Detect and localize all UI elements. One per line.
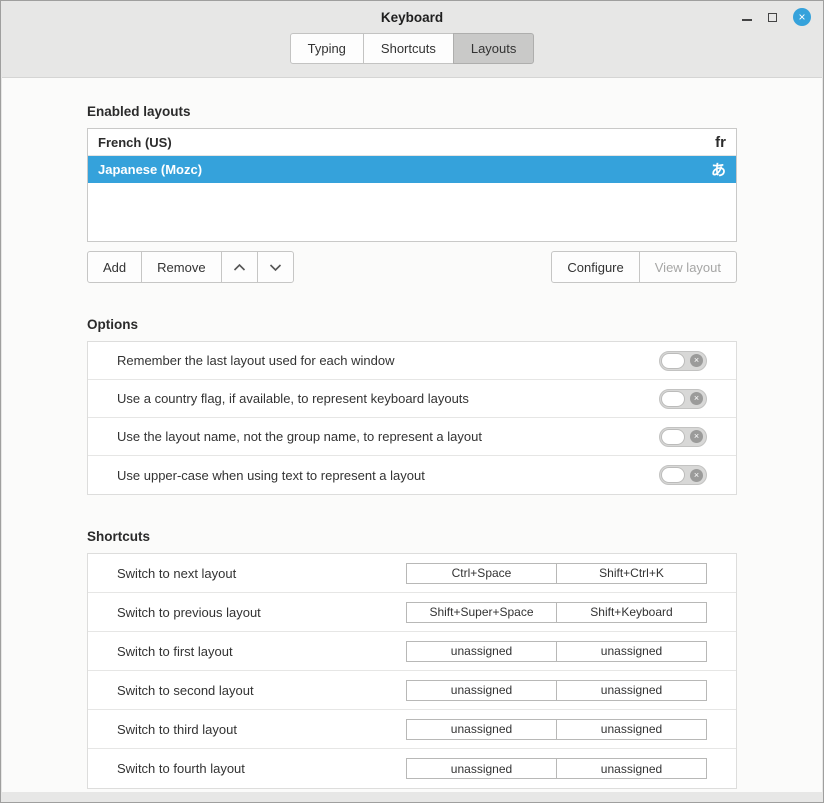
keybinding-button[interactable]: Ctrl+Space xyxy=(406,563,557,584)
chevron-down-icon xyxy=(269,263,282,272)
shortcut-label: Switch to next layout xyxy=(117,566,236,581)
layout-action-buttons: Configure View layout xyxy=(551,251,737,283)
close-button[interactable]: × xyxy=(793,8,811,26)
content-area: Enabled layouts French (US) fr Japanese … xyxy=(2,77,822,792)
shortcut-label: Switch to previous layout xyxy=(117,605,261,620)
remove-button[interactable]: Remove xyxy=(141,251,221,283)
tab-layouts[interactable]: Layouts xyxy=(453,33,535,64)
keybinding-button[interactable]: unassigned xyxy=(556,758,707,779)
toggle-knob xyxy=(661,429,685,445)
shortcut-label: Switch to third layout xyxy=(117,722,237,737)
toggle-switch-layout-name[interactable]: × xyxy=(659,427,707,447)
toggle-switch-remember-layout[interactable]: × xyxy=(659,351,707,371)
shortcut-row-third-layout: Switch to third layout unassigned unassi… xyxy=(88,710,736,749)
toggle-off-icon: × xyxy=(690,392,703,405)
window-controls: × xyxy=(742,1,811,33)
keybinding-button[interactable]: unassigned xyxy=(556,641,707,662)
enabled-layouts-heading: Enabled layouts xyxy=(87,104,737,119)
layout-row-french[interactable]: French (US) fr xyxy=(88,129,736,156)
keybinding-button[interactable]: unassigned xyxy=(556,680,707,701)
toggle-switch-country-flag[interactable]: × xyxy=(659,389,707,409)
shortcut-row-second-layout: Switch to second layout unassigned unass… xyxy=(88,671,736,710)
titlebar: Keyboard × xyxy=(1,1,823,33)
toggle-off-icon: × xyxy=(690,430,703,443)
option-label: Use a country flag, if available, to rep… xyxy=(117,391,469,406)
shortcut-row-first-layout: Switch to first layout unassigned unassi… xyxy=(88,632,736,671)
layout-indicator-badge: fr xyxy=(715,134,726,151)
option-label: Use the layout name, not the group name,… xyxy=(117,429,482,444)
tab-bar: Typing Shortcuts Layouts xyxy=(1,33,823,76)
minimize-icon xyxy=(742,19,752,21)
shortcut-label: Switch to first layout xyxy=(117,644,233,659)
layout-list-toolbar: Add Remove Configure View layout xyxy=(87,251,737,283)
view-layout-button[interactable]: View layout xyxy=(639,251,737,283)
shortcuts-heading: Shortcuts xyxy=(87,529,737,544)
layout-indicator-badge: あ xyxy=(711,159,726,180)
keybinding-button[interactable]: unassigned xyxy=(406,758,557,779)
keybinding-button[interactable]: unassigned xyxy=(406,680,557,701)
move-up-button[interactable] xyxy=(221,251,258,283)
option-row-remember-layout: Remember the last layout used for each w… xyxy=(88,342,736,380)
maximize-icon xyxy=(768,13,777,22)
minimize-button[interactable] xyxy=(742,13,752,21)
layout-edit-buttons: Add Remove xyxy=(87,251,294,283)
layout-name: Japanese (Mozc) xyxy=(98,162,202,177)
toggle-switch-upper-case[interactable]: × xyxy=(659,465,707,485)
layout-row-japanese[interactable]: Japanese (Mozc) あ xyxy=(88,156,736,183)
option-label: Remember the last layout used for each w… xyxy=(117,353,394,368)
option-row-upper-case: Use upper-case when using text to repres… xyxy=(88,456,736,494)
tab-shortcuts[interactable]: Shortcuts xyxy=(363,33,454,64)
keybinding-button[interactable]: unassigned xyxy=(556,719,707,740)
add-button[interactable]: Add xyxy=(87,251,142,283)
shortcut-label: Switch to second layout xyxy=(117,683,254,698)
enabled-layouts-list: French (US) fr Japanese (Mozc) あ xyxy=(87,128,737,242)
toggle-off-icon: × xyxy=(690,469,703,482)
configure-button[interactable]: Configure xyxy=(551,251,639,283)
tab-typing[interactable]: Typing xyxy=(290,33,364,64)
keybinding-button[interactable]: Shift+Ctrl+K xyxy=(556,563,707,584)
keybinding-button[interactable]: Shift+Keyboard xyxy=(556,602,707,623)
shortcuts-list: Switch to next layout Ctrl+Space Shift+C… xyxy=(87,553,737,789)
option-row-country-flag: Use a country flag, if available, to rep… xyxy=(88,380,736,418)
keybinding-button[interactable]: unassigned xyxy=(406,719,557,740)
close-icon: × xyxy=(793,8,811,26)
keybinding-button[interactable]: Shift+Super+Space xyxy=(406,602,557,623)
options-list: Remember the last layout used for each w… xyxy=(87,341,737,495)
move-down-button[interactable] xyxy=(257,251,294,283)
chevron-up-icon xyxy=(233,263,246,272)
shortcut-row-next-layout: Switch to next layout Ctrl+Space Shift+C… xyxy=(88,554,736,593)
window-title: Keyboard xyxy=(381,10,443,25)
maximize-button[interactable] xyxy=(768,13,777,22)
options-heading: Options xyxy=(87,317,737,332)
toggle-knob xyxy=(661,467,685,483)
keybinding-button[interactable]: unassigned xyxy=(406,641,557,662)
option-label: Use upper-case when using text to repres… xyxy=(117,468,425,483)
toggle-off-icon: × xyxy=(690,354,703,367)
toggle-knob xyxy=(661,353,685,369)
keyboard-settings-window: { "colors": { "accent": "#35a2db" }, "wi… xyxy=(0,0,824,803)
option-row-layout-name: Use the layout name, not the group name,… xyxy=(88,418,736,456)
shortcut-label: Switch to fourth layout xyxy=(117,761,245,776)
shortcut-row-previous-layout: Switch to previous layout Shift+Super+Sp… xyxy=(88,593,736,632)
toggle-knob xyxy=(661,391,685,407)
shortcut-row-fourth-layout: Switch to fourth layout unassigned unass… xyxy=(88,749,736,788)
layout-name: French (US) xyxy=(98,135,172,150)
